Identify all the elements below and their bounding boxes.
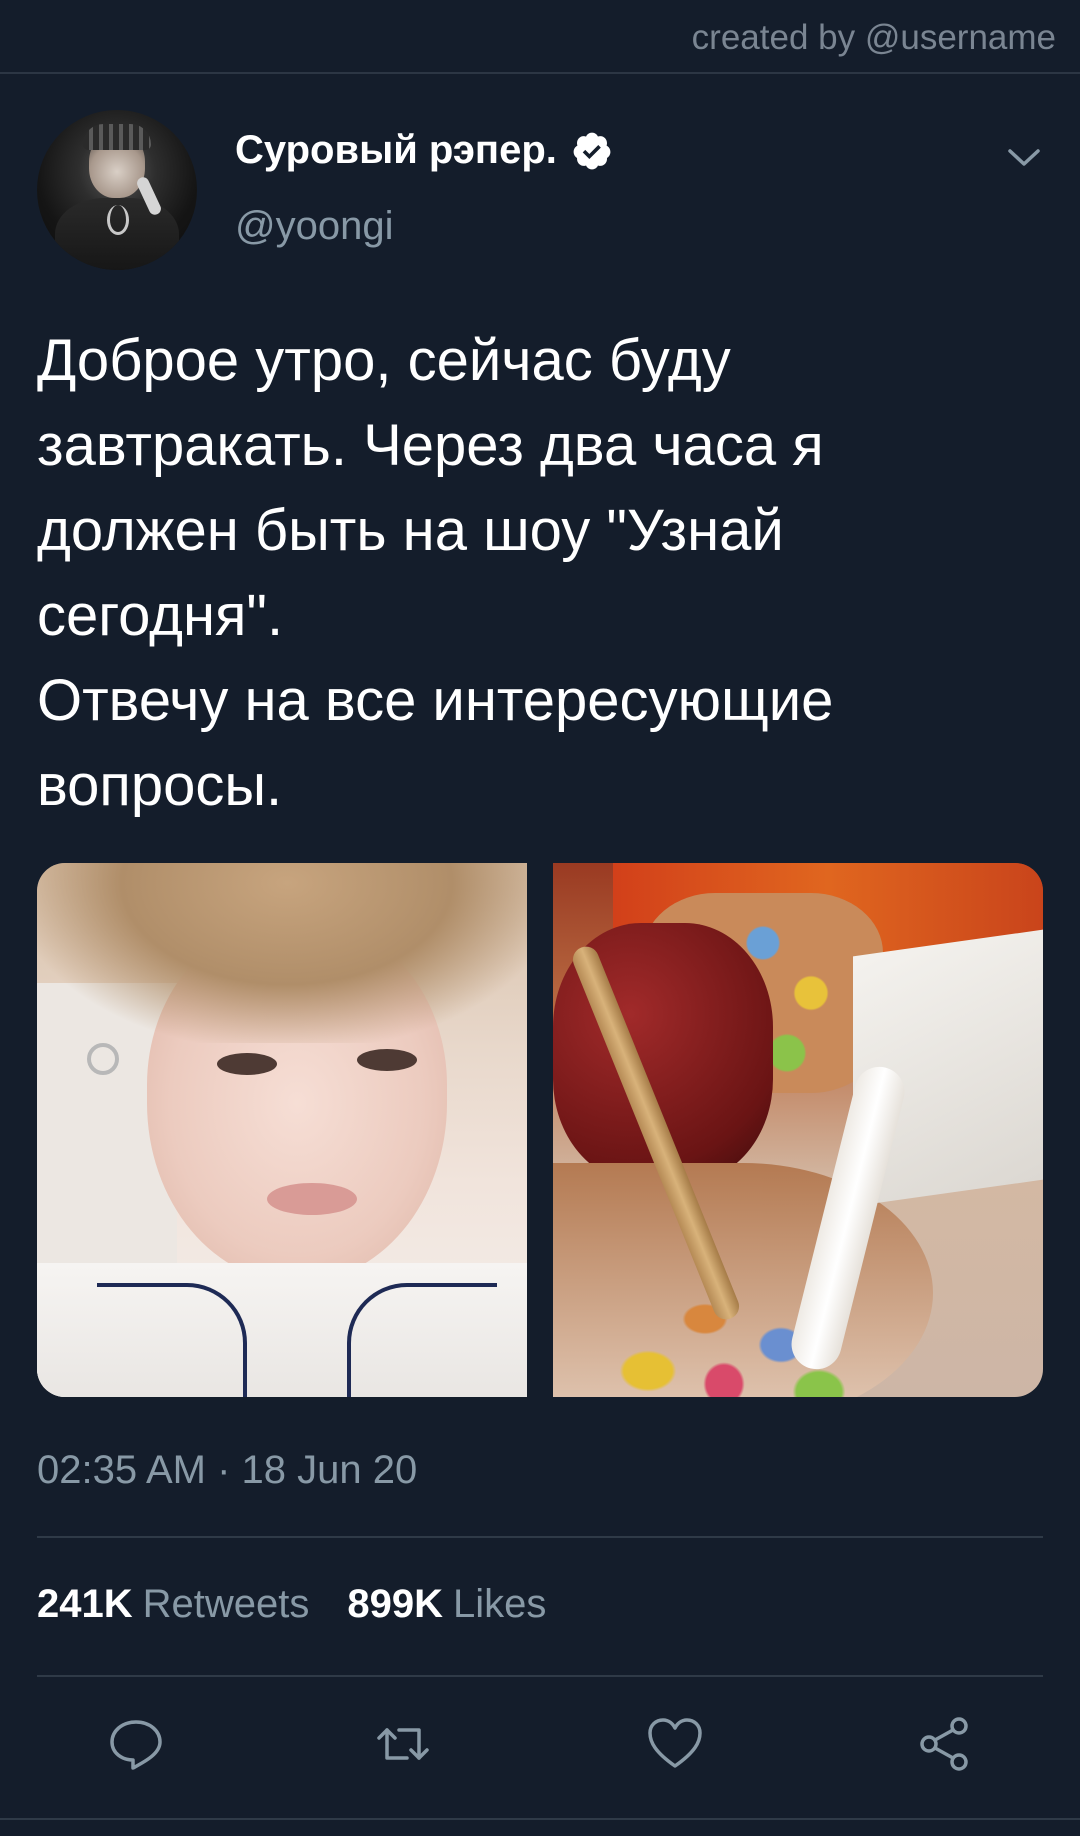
- retweet-icon[interactable]: [373, 1714, 433, 1774]
- reply-icon[interactable]: [106, 1714, 166, 1774]
- photo-breakfast[interactable]: [553, 863, 1043, 1397]
- user-handle[interactable]: @yoongi: [235, 204, 393, 249]
- heart-icon[interactable]: [645, 1714, 705, 1774]
- photo-lips: [267, 1183, 357, 1215]
- divider: [37, 1536, 1043, 1538]
- top-bar: created by @username: [0, 0, 1080, 74]
- retweets-stat[interactable]: 241K Retweets: [37, 1582, 309, 1627]
- display-name[interactable]: Суровый рэпер.: [235, 128, 557, 173]
- tweet-actions: [0, 1714, 1080, 1774]
- likes-label: Likes: [453, 1582, 547, 1626]
- credit-text: created by @username: [691, 18, 1056, 57]
- tweet-stats: 241K Retweets 899K Likes: [37, 1582, 546, 1627]
- share-icon[interactable]: [915, 1714, 975, 1774]
- avatar-cap: [83, 124, 151, 150]
- avatar-chain: [107, 205, 129, 235]
- likes-count: 899K: [347, 1582, 443, 1626]
- likes-stat[interactable]: 899K Likes: [347, 1582, 546, 1627]
- tweet-header: Суровый рэпер. @yoongi: [0, 108, 1080, 270]
- photo-selfie[interactable]: [37, 863, 527, 1397]
- tweet-text: Доброе утро, сейчас буду завтракать. Чер…: [37, 328, 834, 818]
- photo-eye: [357, 1049, 417, 1071]
- retweets-label: Retweets: [142, 1582, 310, 1626]
- photo-collar: [347, 1283, 497, 1397]
- bottom-divider: [0, 1818, 1080, 1820]
- retweets-count: 241K: [37, 1582, 133, 1626]
- photo-collar: [97, 1283, 247, 1397]
- divider: [37, 1675, 1043, 1677]
- avatar[interactable]: [37, 110, 197, 270]
- chevron-down-icon[interactable]: [1004, 138, 1044, 178]
- name-row: Суровый рэпер.: [235, 128, 613, 173]
- tweet-timestamp[interactable]: 02:35 AM · 18 Jun 20: [37, 1448, 417, 1493]
- verified-badge-icon: [571, 130, 613, 172]
- photo-earring: [87, 1043, 119, 1075]
- tweet-media: [37, 863, 1043, 1397]
- photo-hair: [37, 863, 527, 1043]
- photo-eye: [217, 1053, 277, 1075]
